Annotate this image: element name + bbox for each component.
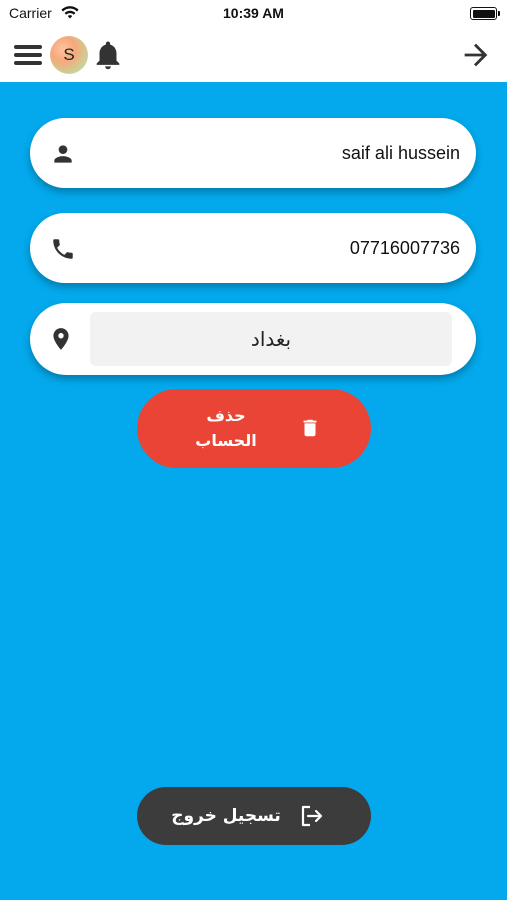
phone-field[interactable]: 07716007736 [30,213,476,283]
logout-label: تسجيل خروج [171,806,281,826]
arrow-right-icon[interactable] [459,38,493,72]
phone-value[interactable]: 07716007736 [350,213,460,283]
delete-label-line1: حذف [206,406,246,425]
battery-icon [470,7,500,20]
status-time: 10:39 AM [223,5,284,21]
bell-icon[interactable] [91,36,125,74]
status-bar: Carrier 10:39 AM [0,0,507,28]
app-bar: S [0,28,507,82]
name-field[interactable]: saif ali hussein [30,118,476,188]
logout-button[interactable]: تسجيل خروج [137,787,371,845]
delete-account-button[interactable]: حذف الحساب [137,389,371,468]
delete-label-line2: الحساب [195,431,257,450]
avatar[interactable]: S [50,36,88,74]
trash-icon [303,419,317,437]
city-field[interactable]: بغداد [30,303,476,375]
delete-account-label: حذف الحساب [177,403,275,453]
phone-icon [53,239,73,259]
profile-content: saif ali hussein 07716007736 بغداد حذف ا… [0,82,507,900]
logout-icon [301,805,323,827]
menu-icon[interactable] [12,42,44,68]
person-icon [54,145,72,163]
city-dropdown[interactable]: بغداد [90,312,452,366]
location-pin-icon [53,328,69,350]
name-value[interactable]: saif ali hussein [342,118,460,188]
